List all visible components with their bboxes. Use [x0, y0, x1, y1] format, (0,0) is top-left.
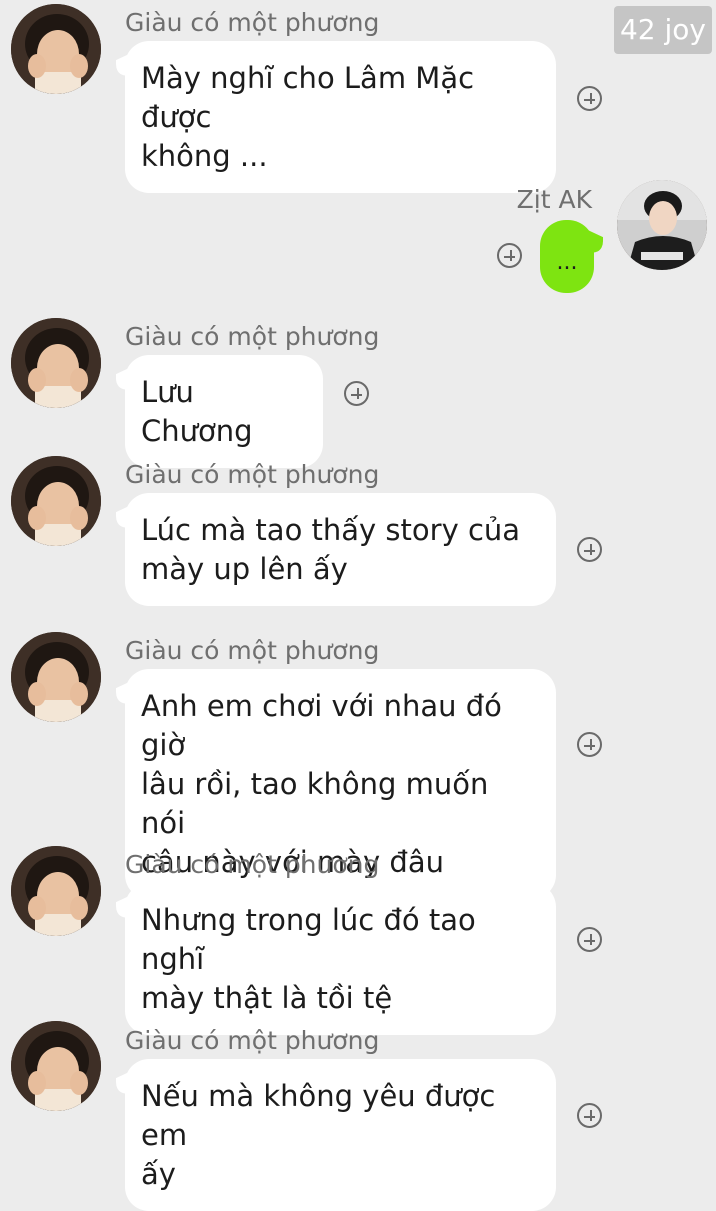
sender-name: Giàu có một phương — [125, 636, 380, 665]
sender-name: Giàu có một phương — [125, 850, 380, 879]
sender-name: Giàu có một phương — [125, 460, 380, 489]
sender-avatar[interactable] — [11, 1021, 101, 1111]
add-reaction-icon[interactable] — [577, 537, 602, 562]
sender-name: Giàu có một phương — [125, 1026, 380, 1055]
sender-avatar[interactable] — [11, 846, 101, 936]
message-bubble[interactable]: Lúc mà tao thấy story của mày up lên ấy — [125, 493, 556, 606]
watermark: 42 joy — [613, 6, 712, 54]
sender-avatar[interactable] — [11, 456, 101, 546]
sender-avatar[interactable] — [11, 632, 101, 722]
sender-avatar[interactable] — [617, 180, 707, 270]
add-reaction-icon[interactable] — [497, 243, 522, 268]
add-reaction-icon[interactable] — [577, 732, 602, 757]
message-bubble[interactable]: ... — [540, 220, 594, 293]
sender-name: Giàu có một phương — [125, 8, 380, 37]
sender-avatar[interactable] — [11, 4, 101, 94]
sender-name: Giàu có một phương — [125, 322, 380, 351]
sender-name: Zịt AK — [516, 185, 592, 214]
add-reaction-icon[interactable] — [577, 86, 602, 111]
sender-avatar[interactable] — [11, 318, 101, 408]
add-reaction-icon[interactable] — [344, 381, 369, 406]
message-bubble[interactable]: Mày nghĩ cho Lâm Mặc được không ... — [125, 41, 556, 193]
message-bubble[interactable]: Nhưng trong lúc đó tao nghĩ mày thật là … — [125, 883, 556, 1035]
add-reaction-icon[interactable] — [577, 1103, 602, 1128]
message-bubble[interactable]: Lưu Chương — [125, 355, 323, 468]
add-reaction-icon[interactable] — [577, 927, 602, 952]
message-bubble[interactable]: Nếu mà không yêu được em ấy — [125, 1059, 556, 1211]
